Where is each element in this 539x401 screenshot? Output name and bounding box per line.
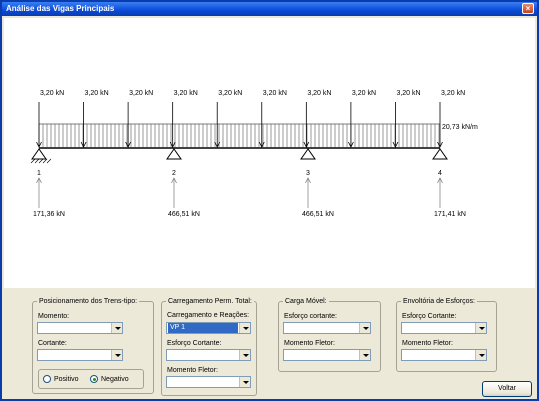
reaction-label: 171,36 kN [33, 211, 65, 218]
carregamento-legend: Carregamento Perm. Total: [168, 298, 252, 305]
negativo-radio[interactable] [90, 375, 98, 383]
chevron-down-icon[interactable] [239, 350, 250, 360]
momento-label: Momento: [38, 313, 70, 320]
envoltoria-fletor-label: Momento Fletor: [402, 340, 453, 347]
point-load-label: 3,20 kN [40, 90, 65, 97]
support-number: 3 [306, 170, 310, 177]
point-load-label: 3,20 kN [262, 90, 287, 97]
point-load-label: 3,20 kN [173, 90, 198, 97]
reaction-label: 466,51 kN [168, 211, 200, 218]
point-load-label: 3,20 kN [441, 90, 466, 97]
voltar-button[interactable]: Voltar [482, 381, 532, 397]
momento-fletor-select[interactable] [166, 376, 251, 388]
support-hatch [34, 158, 40, 164]
title-bar: Análise das Vigas Principais × [2, 2, 537, 16]
point-load-label: 3,20 kN [218, 90, 243, 97]
chevron-down-icon[interactable] [359, 323, 370, 333]
point-load-label: 3,20 kN [84, 90, 109, 97]
chevron-down-icon[interactable] [239, 323, 250, 333]
distributed-load-label: 20,73 kN/m [442, 124, 478, 131]
support-hatch [38, 158, 44, 164]
support-triangle [31, 148, 47, 160]
chevron-down-icon[interactable] [111, 323, 122, 333]
momento-fletor-label: Momento Fletor: [167, 367, 218, 374]
reacoes-select[interactable]: VP 1 [166, 322, 251, 334]
support-number: 4 [438, 170, 442, 177]
support-hatch [46, 158, 52, 164]
beam-diagram-svg [30, 102, 448, 208]
chevron-down-icon[interactable] [475, 323, 486, 333]
positivo-label[interactable]: Positivo [54, 376, 79, 383]
cortante-label: Cortante: [38, 340, 67, 347]
carga-movel-cortante-label: Esforço cortante: [284, 313, 337, 320]
reaction-label: 466,51 kN [302, 211, 334, 218]
envoltoria-legend: Envoltória de Esforços: [403, 298, 475, 305]
chevron-down-icon[interactable] [359, 350, 370, 360]
support-triangle [432, 148, 448, 160]
window-title: Análise das Vigas Principais [6, 4, 115, 13]
positivo-radio[interactable] [43, 375, 51, 383]
support-triangle [300, 148, 316, 160]
chevron-down-icon[interactable] [239, 377, 250, 387]
trens-tipo-legend: Posicionamento dos Trens-tipo: [39, 298, 138, 305]
momento-select[interactable] [37, 322, 123, 334]
support-number: 1 [37, 170, 41, 177]
support-hatch [30, 158, 36, 164]
support-number: 2 [172, 170, 176, 177]
carga-movel-fletor-select[interactable] [283, 349, 371, 361]
support-triangle [166, 148, 182, 160]
chevron-down-icon[interactable] [475, 350, 486, 360]
carga-movel-cortante-select[interactable] [283, 322, 371, 334]
esforco-cortante-label: Esforço Cortante: [167, 340, 222, 347]
point-load-label: 3,20 kN [351, 90, 376, 97]
close-icon[interactable]: × [522, 3, 534, 14]
chevron-down-icon[interactable] [111, 350, 122, 360]
envoltoria-cortante-label: Esforço Cortante: [402, 313, 457, 320]
envoltoria-cortante-select[interactable] [401, 322, 487, 334]
point-load-label: 3,20 kN [129, 90, 154, 97]
reacoes-label: Carregamento e Reações: [167, 312, 250, 319]
beam-diagram: 20,73 kN/m 3,20 kN 3,20 kN 3,20 kN 3,20 kN 3… [4, 18, 535, 288]
carga-movel-legend: Carga Móvel: [285, 298, 327, 305]
negativo-label[interactable]: Negativo [101, 376, 129, 383]
point-load-label: 3,20 kN [396, 90, 421, 97]
esforco-cortante-select[interactable] [166, 349, 251, 361]
point-load-label: 3,20 kN [307, 90, 332, 97]
reaction-label: 171,41 kN [434, 211, 466, 218]
envoltoria-fletor-select[interactable] [401, 349, 487, 361]
main-window: Análise das Vigas Principais × 20,73 kN/… [0, 0, 539, 401]
cortante-select[interactable] [37, 349, 123, 361]
carga-movel-fletor-label: Momento Fletor: [284, 340, 335, 347]
support-hatch [42, 158, 48, 164]
